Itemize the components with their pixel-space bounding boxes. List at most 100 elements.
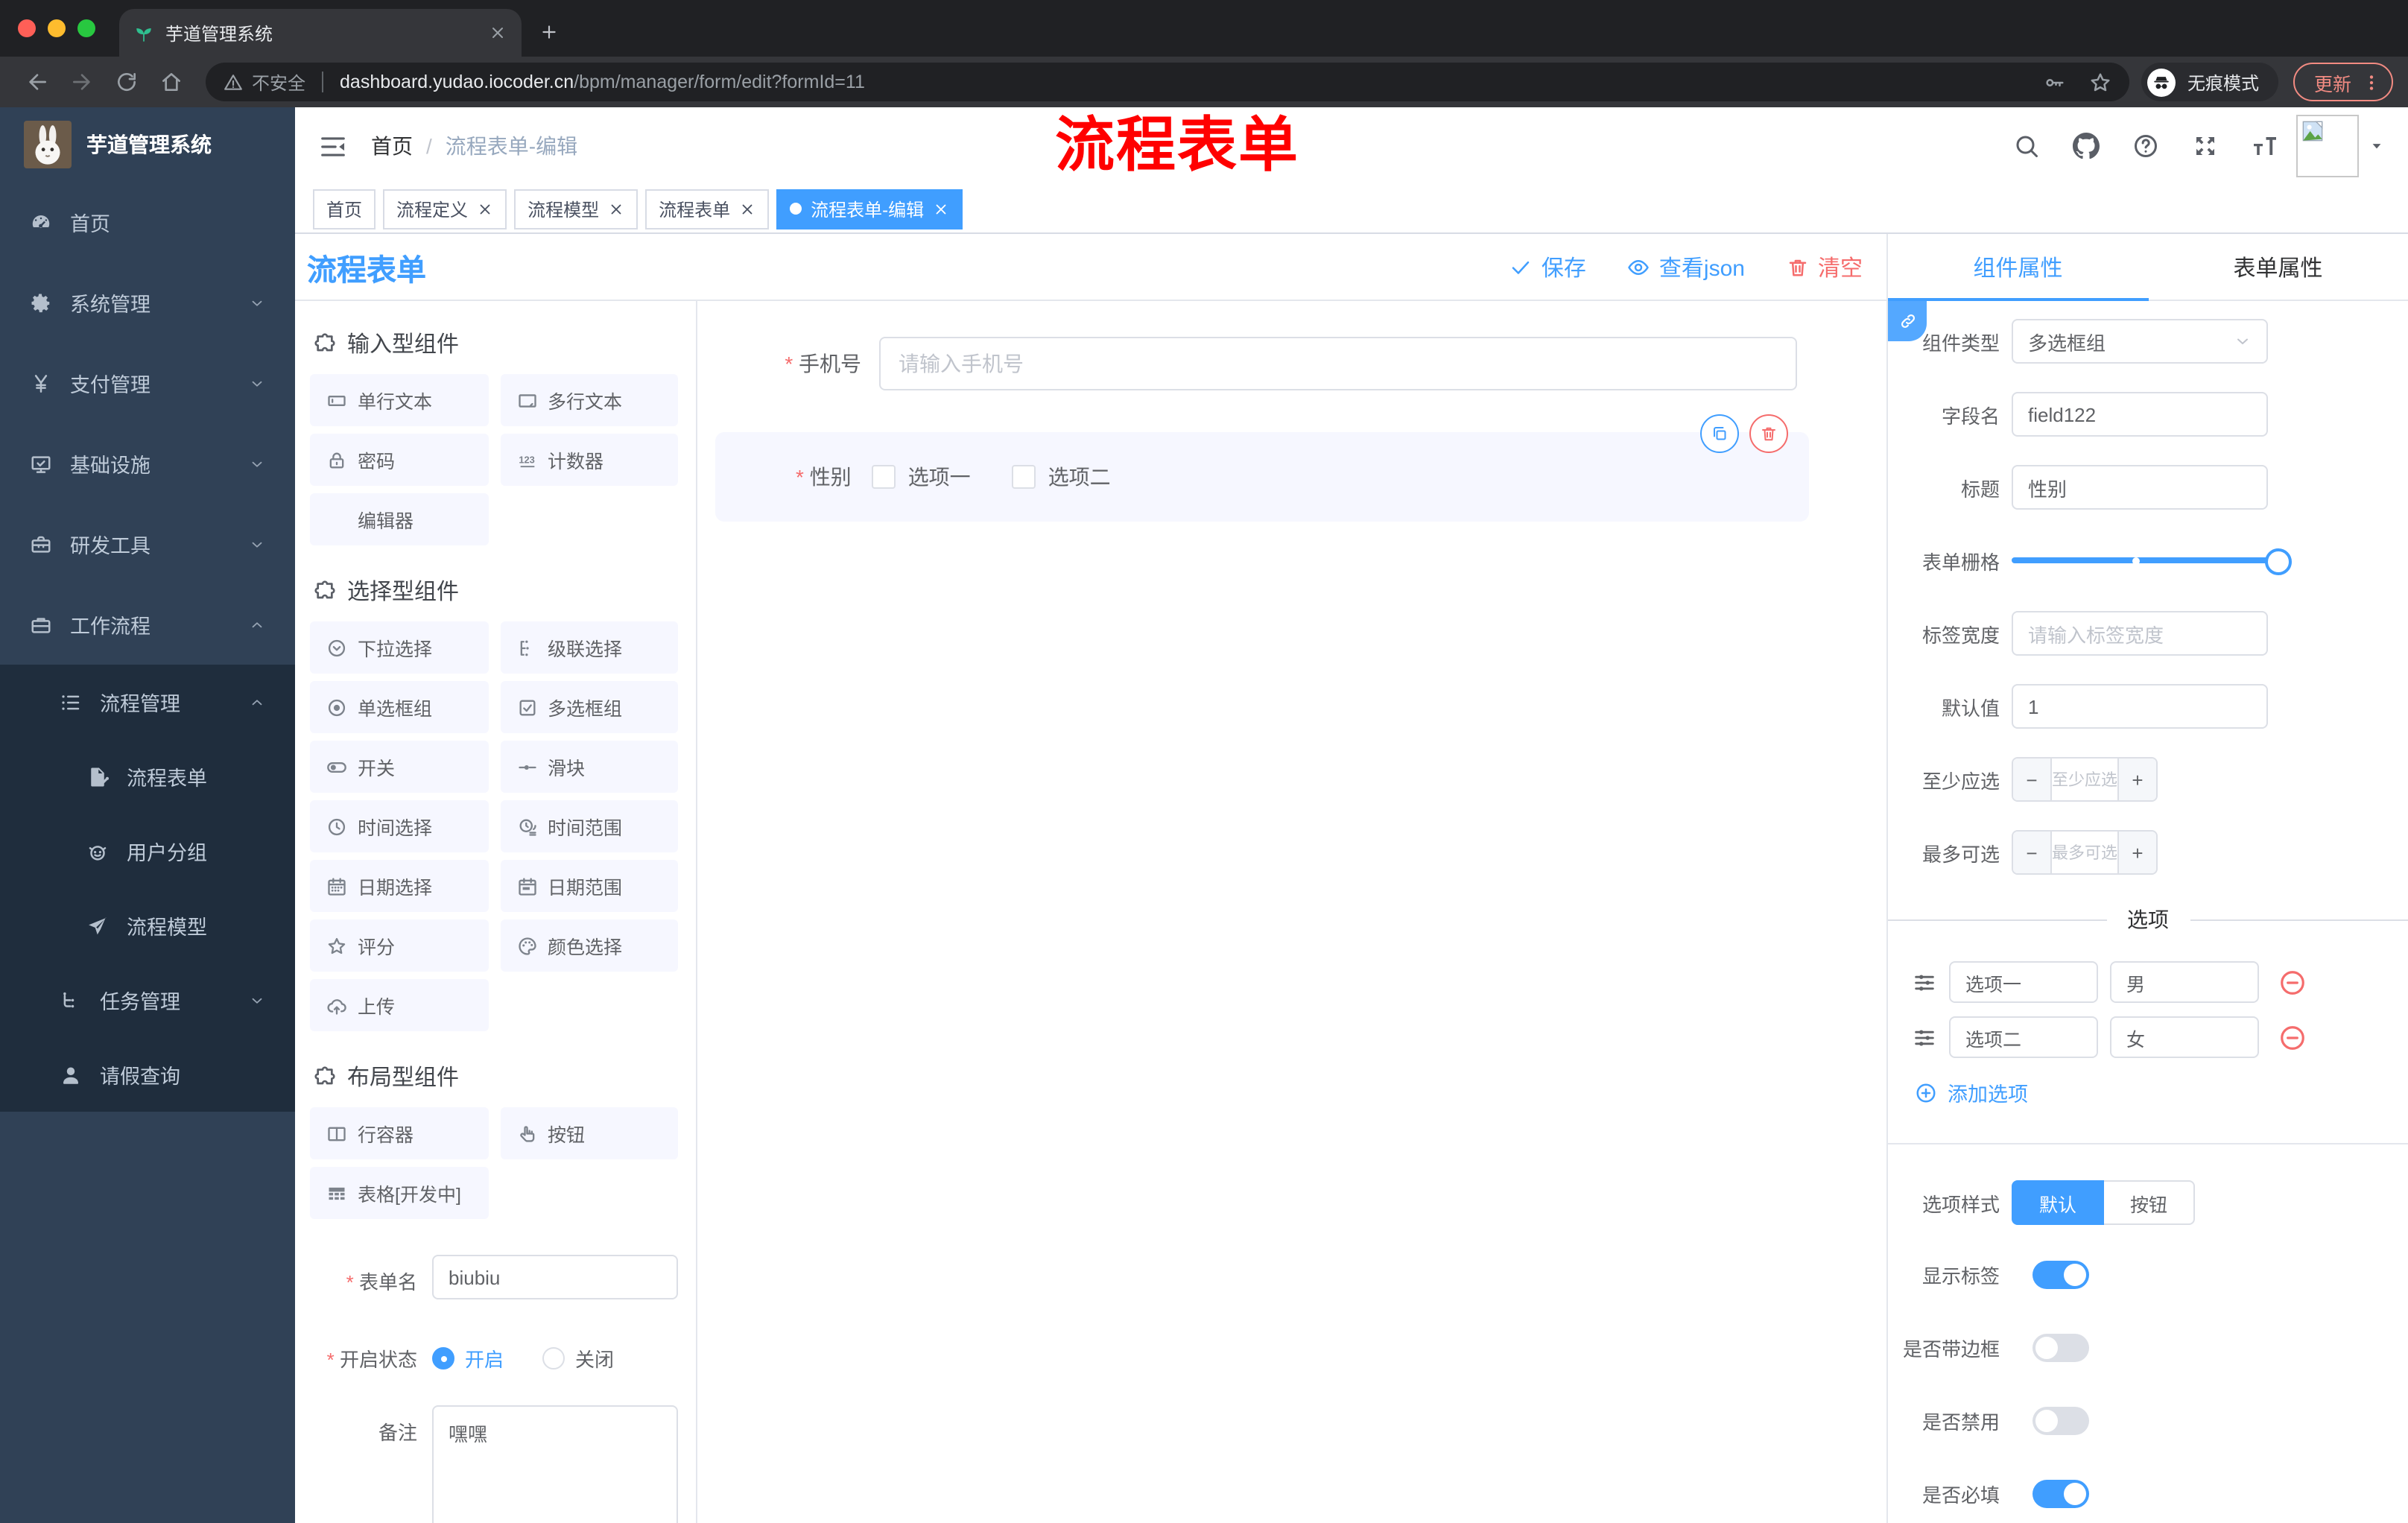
- tag-view-item[interactable]: 流程表单-编辑: [776, 189, 963, 229]
- browser-menu-dots-icon[interactable]: [2362, 72, 2381, 92]
- stepper-至少应选[interactable]: − 至少应选 +: [2012, 757, 2158, 802]
- sidebar-item-robot[interactable]: 用户分组: [0, 814, 295, 888]
- bookmark-star-icon[interactable]: [2089, 71, 2111, 93]
- component-chip-date-range[interactable]: 日期范围: [500, 860, 678, 912]
- tag-view-item[interactable]: 流程表单: [645, 189, 770, 229]
- sidebar-item-user[interactable]: 请假查询: [0, 1037, 295, 1112]
- component-chip-radio[interactable]: 单选框组: [310, 681, 488, 733]
- window-close-button[interactable]: [18, 19, 36, 37]
- component-chip-slider[interactable]: 滑块: [500, 741, 678, 793]
- link-handle-tab[interactable]: [1888, 301, 1927, 341]
- stepper-increase-button[interactable]: +: [2117, 759, 2156, 800]
- sidebar-collapse-icon[interactable]: [319, 132, 347, 160]
- save-button[interactable]: 保存: [1510, 251, 1586, 282]
- sidebar-item-doc-edit[interactable]: 流程表单: [0, 739, 295, 814]
- browser-tab[interactable]: 芋道管理系统: [119, 9, 522, 57]
- search-icon[interactable]: [2013, 133, 2040, 159]
- clear-button[interactable]: 清空: [1787, 251, 1863, 282]
- help-icon[interactable]: [2132, 133, 2159, 159]
- component-chip-table[interactable]: 表格[开发中]: [310, 1167, 488, 1219]
- delete-component-button[interactable]: [1749, 414, 1788, 453]
- prop-input-字段名[interactable]: field122: [2012, 392, 2268, 437]
- github-icon[interactable]: [2073, 133, 2100, 159]
- option-label-input[interactable]: 选项一: [1949, 961, 2098, 1003]
- component-chip-select[interactable]: 下拉选择: [310, 621, 488, 674]
- form-remark-textarea[interactable]: 嘿嘿: [432, 1405, 678, 1523]
- back-icon[interactable]: [25, 70, 49, 94]
- stepper-input[interactable]: 至少应选: [2052, 759, 2117, 800]
- window-zoom-button[interactable]: [77, 19, 95, 37]
- tag-close-icon[interactable]: [933, 200, 949, 217]
- tab-close-icon[interactable]: [489, 24, 507, 42]
- segment-button-默认[interactable]: 默认: [2012, 1180, 2104, 1225]
- sidebar-item-gear[interactable]: 系统管理: [0, 262, 295, 343]
- grid-span-slider[interactable]: [2012, 538, 2292, 583]
- add-option-link[interactable]: 添加选项: [1915, 1077, 2408, 1107]
- sidebar-item-send[interactable]: 流程模型: [0, 888, 295, 963]
- component-chip-time-range[interactable]: 时间范围: [500, 800, 678, 852]
- stepper-最多可选[interactable]: − 最多可选 +: [2012, 830, 2158, 875]
- switch-是否必填[interactable]: [2032, 1480, 2089, 1508]
- form-name-input[interactable]: biubiu: [432, 1255, 678, 1299]
- component-chip-editor[interactable]: 编辑器: [310, 493, 488, 545]
- stepper-input[interactable]: 最多可选: [2052, 832, 2117, 873]
- tag-close-icon[interactable]: [608, 200, 624, 217]
- prop-input-标签宽度[interactable]: 请输入标签宽度: [2012, 611, 2268, 656]
- tag-view-item[interactable]: 首页: [313, 189, 376, 229]
- stepper-increase-button[interactable]: +: [2117, 832, 2156, 873]
- radio-status-on[interactable]: 开启: [432, 1344, 504, 1372]
- new-tab-button[interactable]: [539, 22, 559, 42]
- prop-input-标题[interactable]: 性别: [2012, 465, 2268, 510]
- home-icon[interactable]: [159, 70, 183, 94]
- component-chip-cascader[interactable]: 级联选择: [500, 621, 678, 674]
- sidebar-item-briefcase[interactable]: 工作流程: [0, 584, 295, 665]
- option-value-input[interactable]: 女: [2110, 1016, 2259, 1058]
- tag-close-icon[interactable]: [477, 200, 493, 217]
- prop-input-默认值[interactable]: 1: [2012, 684, 2268, 729]
- component-chip-date[interactable]: 日期选择: [310, 860, 488, 912]
- stepper-decrease-button[interactable]: −: [2013, 759, 2052, 800]
- url-bar[interactable]: 不安全 dashboard.yudao.iocoder.cn/bpm/manag…: [206, 63, 2129, 101]
- switch-是否禁用[interactable]: [2032, 1407, 2089, 1435]
- copy-component-button[interactable]: [1700, 414, 1739, 453]
- component-chip-button[interactable]: 按钮: [500, 1107, 678, 1159]
- component-chip-upload[interactable]: 上传: [310, 979, 488, 1031]
- component-chip-lock[interactable]: 密码: [310, 434, 488, 486]
- window-minimize-button[interactable]: [48, 19, 66, 37]
- user-avatar-menu[interactable]: [2296, 115, 2384, 177]
- sidebar-item-tree[interactable]: 任务管理: [0, 963, 295, 1037]
- component-chip-counter[interactable]: 123 计数器: [500, 434, 678, 486]
- component-chip-row[interactable]: 行容器: [310, 1107, 488, 1159]
- switch-是否带边框[interactable]: [2032, 1334, 2089, 1362]
- component-chip-textarea[interactable]: 多行文本: [500, 374, 678, 426]
- tag-view-item[interactable]: 流程模型: [514, 189, 639, 229]
- remove-option-button[interactable]: [2278, 1023, 2307, 1051]
- view-json-button[interactable]: 查看json: [1628, 251, 1745, 282]
- drag-handle-icon[interactable]: [1912, 1025, 1937, 1050]
- password-key-icon[interactable]: [2043, 71, 2065, 93]
- tag-close-icon[interactable]: [739, 200, 755, 217]
- gender-option-2-checkbox[interactable]: 选项二: [1012, 462, 1111, 492]
- reload-icon[interactable]: [115, 70, 139, 94]
- switch-显示标签[interactable]: [2032, 1261, 2089, 1289]
- sidebar-logo[interactable]: 芋道管理系统: [0, 107, 295, 182]
- fullscreen-icon[interactable]: [2192, 133, 2219, 159]
- sidebar-item-toolbox[interactable]: 研发工具: [0, 504, 295, 584]
- segment-button-按钮[interactable]: 按钮: [2104, 1180, 2195, 1225]
- sidebar-item-dashboard[interactable]: 首页: [0, 182, 295, 262]
- breadcrumb-home[interactable]: 首页: [371, 131, 413, 161]
- component-chip-text-field[interactable]: 单行文本: [310, 374, 488, 426]
- font-size-icon[interactable]: [2252, 133, 2278, 159]
- remove-option-button[interactable]: [2278, 968, 2307, 996]
- drag-handle-icon[interactable]: [1912, 969, 1937, 995]
- update-button[interactable]: 更新: [2293, 63, 2393, 101]
- prop-select-组件类型[interactable]: 多选框组: [2012, 319, 2268, 364]
- forward-icon[interactable]: [70, 70, 94, 94]
- option-value-input[interactable]: 男: [2110, 961, 2259, 1003]
- slider-handle[interactable]: [2265, 548, 2292, 575]
- radio-status-off[interactable]: 关闭: [542, 1344, 614, 1372]
- sidebar-item-monitor[interactable]: 基础设施: [0, 423, 295, 504]
- sidebar-item-yen[interactable]: 支付管理: [0, 343, 295, 423]
- gender-option-1-checkbox[interactable]: 选项一: [872, 462, 971, 492]
- component-chip-color[interactable]: 颜色选择: [500, 919, 678, 972]
